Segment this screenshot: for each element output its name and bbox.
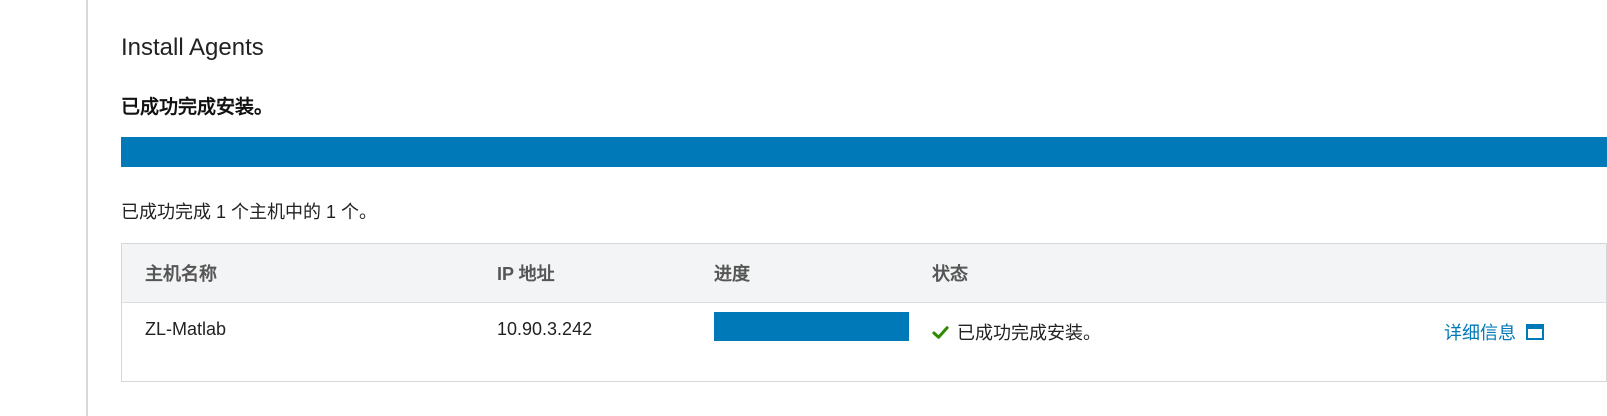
table-header: 主机名称 IP 地址 进度 状态 xyxy=(122,244,1606,303)
details-link[interactable]: 详细信息 xyxy=(1444,319,1544,345)
window-icon[interactable] xyxy=(1526,324,1544,340)
page-title: Install Agents xyxy=(121,34,264,61)
ip-address-cell: 10.90.3.242 xyxy=(497,319,593,339)
check-icon xyxy=(932,325,949,339)
host-progress-bar xyxy=(714,312,909,341)
host-progress-fill xyxy=(714,312,909,341)
column-header-progress: 进度 xyxy=(714,264,750,284)
status-text: 已成功完成安装。 xyxy=(957,323,1101,343)
install-result-message: 已成功完成安装。 xyxy=(121,97,274,118)
column-header-ip-address: IP 地址 xyxy=(497,264,555,284)
details-label[interactable]: 详细信息 xyxy=(1444,319,1516,345)
status-cell: 已成功完成安装。 xyxy=(932,319,1101,345)
left-rail xyxy=(0,0,88,416)
overall-progress-bar xyxy=(121,137,1607,167)
overall-progress-fill xyxy=(121,137,1607,167)
column-header-host-name: 主机名称 xyxy=(145,264,217,284)
column-header-status: 状态 xyxy=(932,264,968,284)
install-agents-panel: Install Agents 已成功完成安装。 已成功完成 1 个主机中的 1 … xyxy=(121,0,1607,416)
host-name-cell: ZL-Matlab xyxy=(145,319,227,339)
hosts-table: 主机名称 IP 地址 进度 状态 ZL-Matlab 10.90.3.242 已… xyxy=(121,243,1607,382)
completion-summary: 已成功完成 1 个主机中的 1 个。 xyxy=(121,202,378,222)
